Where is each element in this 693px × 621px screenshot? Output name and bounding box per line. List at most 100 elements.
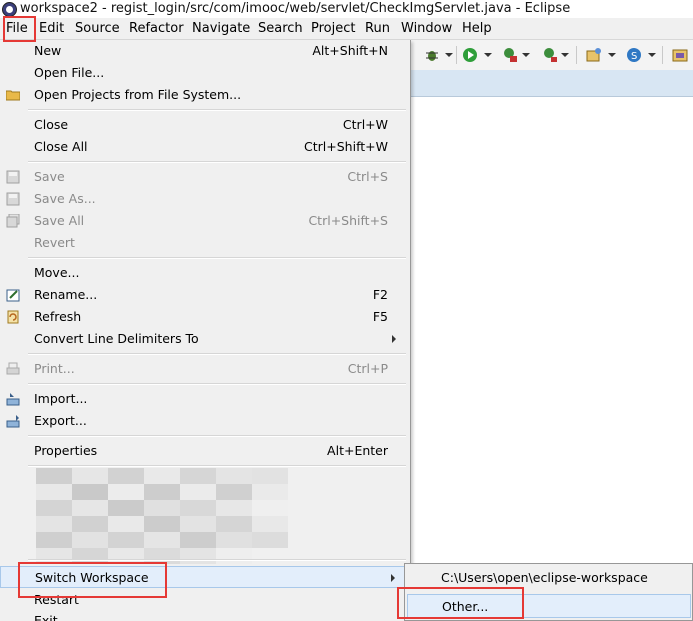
submenu-item-other[interactable]: Other... xyxy=(407,594,691,618)
redacted-recent-files xyxy=(36,468,288,564)
print-icon xyxy=(6,362,20,376)
menu-item-label: Restart xyxy=(34,592,79,607)
menu-item-label: New xyxy=(34,43,62,58)
toolbar-separator xyxy=(456,46,457,64)
import-icon xyxy=(6,392,20,406)
menu-item-close[interactable]: Close Ctrl+W xyxy=(0,114,408,136)
run-icon[interactable] xyxy=(462,47,478,63)
menu-item-label: Print... xyxy=(34,361,75,376)
menu-separator xyxy=(28,435,406,437)
menu-item-restart[interactable]: Restart xyxy=(0,589,408,611)
toolbar-separator xyxy=(576,46,577,64)
chevron-down-icon[interactable] xyxy=(608,53,616,57)
toolbar-separator xyxy=(662,46,663,64)
export-icon xyxy=(6,414,20,428)
menu-edit[interactable]: Edit xyxy=(39,18,64,39)
window-title: workspace2 - regist_login/src/com/imooc/… xyxy=(20,1,571,16)
menu-item-close-all[interactable]: Close All Ctrl+Shift+W xyxy=(0,136,408,158)
menu-item-shortcut: Ctrl+P xyxy=(347,361,388,376)
debug-icon[interactable] xyxy=(424,47,440,63)
menu-item-open-projects[interactable]: Open Projects from File System... xyxy=(0,84,408,106)
menu-item-import[interactable]: Import... xyxy=(0,388,408,410)
coverage-icon[interactable] xyxy=(502,47,518,63)
menu-file[interactable]: File xyxy=(6,18,28,39)
menu-item-label: Move... xyxy=(34,265,80,280)
menu-item-label: Switch Workspace xyxy=(35,570,149,585)
new-class-icon[interactable]: S xyxy=(626,47,642,63)
menu-item-revert: Revert xyxy=(0,232,408,254)
open-type-icon[interactable] xyxy=(672,47,688,63)
menu-item-save-as: Save As... xyxy=(0,188,408,210)
menu-item-shortcut: Ctrl+Shift+S xyxy=(308,213,388,228)
chevron-right-icon xyxy=(391,574,395,582)
menu-item-shortcut: Alt+Enter xyxy=(327,443,388,458)
chevron-down-icon[interactable] xyxy=(484,53,492,57)
eclipse-icon xyxy=(2,2,17,17)
editor-area[interactable] xyxy=(410,97,693,621)
menu-separator xyxy=(28,353,406,355)
menu-item-label: Revert xyxy=(34,235,75,250)
new-java-project-icon[interactable] xyxy=(586,47,602,63)
menu-item-label: Save As... xyxy=(34,191,96,206)
menu-item-exit[interactable]: Exit xyxy=(0,610,408,621)
menu-refactor[interactable]: Refactor xyxy=(129,18,184,39)
title-bar: workspace2 - regist_login/src/com/imooc/… xyxy=(0,0,693,18)
menu-item-shortcut: Alt+Shift+N xyxy=(312,43,388,58)
menu-item-export[interactable]: Export... xyxy=(0,410,408,432)
folder-icon xyxy=(5,88,21,102)
svg-text:S: S xyxy=(631,51,637,62)
menu-item-rename[interactable]: Rename... F2 xyxy=(0,284,408,306)
menu-navigate[interactable]: Navigate xyxy=(192,18,250,39)
menu-item-shortcut: F2 xyxy=(372,287,388,302)
menu-separator xyxy=(28,257,406,259)
menu-separator xyxy=(28,161,406,163)
menu-search[interactable]: Search xyxy=(258,18,303,39)
menu-item-label: Exit xyxy=(34,613,58,621)
submenu-item-label: C:\Users\open\eclipse-workspace xyxy=(441,570,648,585)
chevron-down-icon[interactable] xyxy=(522,53,530,57)
menu-separator xyxy=(28,559,406,561)
menu-item-open-file[interactable]: Open File... xyxy=(0,62,408,84)
menu-item-label: Properties xyxy=(34,443,98,458)
chevron-down-icon[interactable] xyxy=(648,53,656,57)
menu-window[interactable]: Window xyxy=(401,18,452,39)
menu-source[interactable]: Source xyxy=(75,18,120,39)
submenu-item-recent-workspace[interactable]: C:\Users\open\eclipse-workspace xyxy=(407,566,691,590)
menu-item-switch-workspace[interactable]: Switch Workspace xyxy=(0,566,408,588)
chevron-right-icon xyxy=(392,335,396,343)
menu-item-label: Save xyxy=(34,169,65,184)
menu-item-convert-line-delimiters[interactable]: Convert Line Delimiters To xyxy=(0,328,408,350)
submenu-item-label: Other... xyxy=(442,599,489,614)
menu-item-properties[interactable]: Properties Alt+Enter xyxy=(0,440,408,462)
menu-item-refresh[interactable]: Refresh F5 xyxy=(0,306,408,328)
main-toolbar: S xyxy=(410,40,693,70)
menu-item-label: Save All xyxy=(34,213,85,228)
menu-item-label: Close xyxy=(34,117,69,132)
editor-tab-strip xyxy=(410,70,693,97)
menu-item-shortcut: F5 xyxy=(372,309,388,324)
menu-bar: File Edit Source Refactor Navigate Searc… xyxy=(0,18,693,40)
chevron-down-icon[interactable] xyxy=(445,53,453,57)
external-tools-icon[interactable] xyxy=(542,47,558,63)
menu-item-label: Open File... xyxy=(34,65,105,80)
menu-item-new[interactable]: New Alt+Shift+N xyxy=(0,40,408,62)
menu-run[interactable]: Run xyxy=(365,18,390,39)
menu-item-label: Convert Line Delimiters To xyxy=(34,331,199,346)
chevron-down-icon[interactable] xyxy=(561,53,569,57)
menu-item-save: Save Ctrl+S xyxy=(0,166,408,188)
menu-project[interactable]: Project xyxy=(311,18,355,39)
menu-separator xyxy=(28,465,406,467)
rename-icon xyxy=(6,288,20,302)
refresh-icon xyxy=(6,310,20,324)
save-icon xyxy=(6,170,20,184)
switch-workspace-submenu: C:\Users\open\eclipse-workspace Other... xyxy=(404,563,693,621)
menu-help[interactable]: Help xyxy=(462,18,492,39)
menu-item-move[interactable]: Move... xyxy=(0,262,408,284)
menu-item-label: Open Projects from File System... xyxy=(34,87,242,102)
menu-item-label: Export... xyxy=(34,413,87,428)
menu-item-print: Print... Ctrl+P xyxy=(0,358,408,380)
menu-separator xyxy=(28,109,406,111)
menu-item-shortcut: Ctrl+Shift+W xyxy=(304,139,388,154)
menu-separator xyxy=(28,383,406,385)
menu-item-shortcut: Ctrl+S xyxy=(347,169,388,184)
